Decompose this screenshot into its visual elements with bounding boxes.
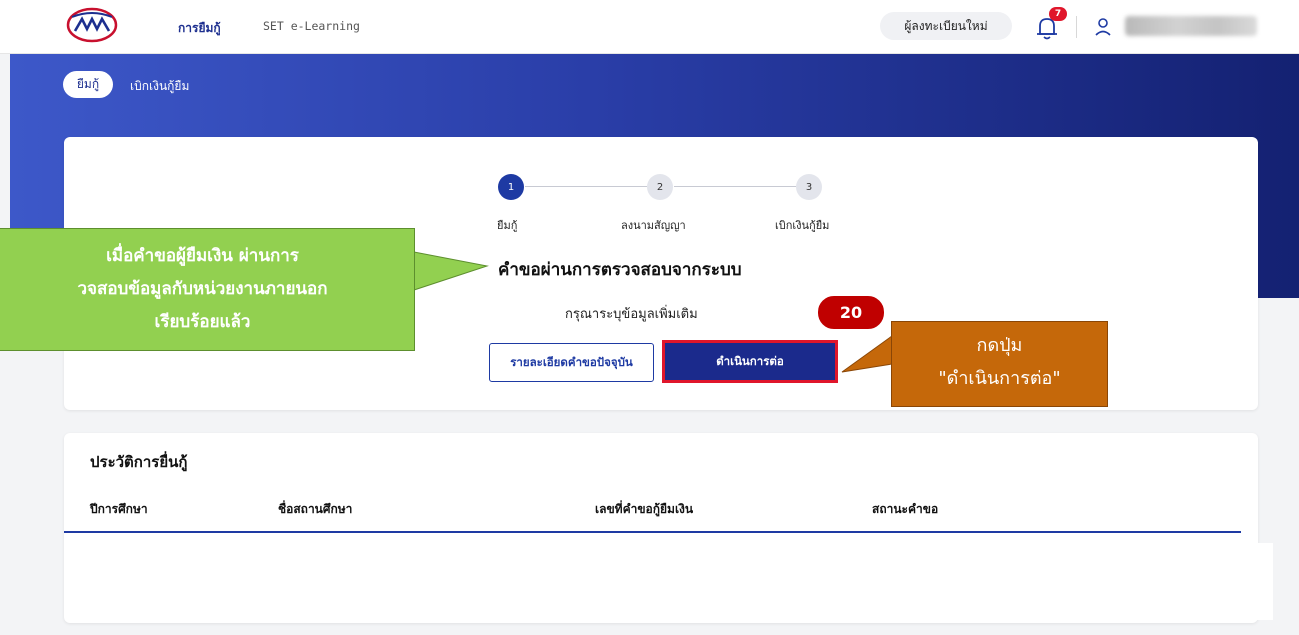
- orange-callout-line: กดปุ่ม: [976, 335, 1023, 356]
- green-callout-line: เรียบร้อยแล้ว: [154, 312, 251, 332]
- green-callout-line: วจสอบข้อมูลกับหน่วยงานภายนอก: [77, 279, 328, 299]
- step-number-badge: 20: [816, 294, 886, 331]
- green-callout-line: เมื่อคำขอผู้ยืมเงิน ผ่านการ: [106, 246, 299, 266]
- green-callout-text: เมื่อคำขอผู้ยืมเงิน ผ่านการ วจสอบข้อมูลก…: [0, 228, 415, 351]
- orange-callout-line: "ดำเนินการต่อ": [938, 368, 1061, 389]
- orange-callout-text: กดปุ่ม "ดำเนินการต่อ": [891, 321, 1108, 407]
